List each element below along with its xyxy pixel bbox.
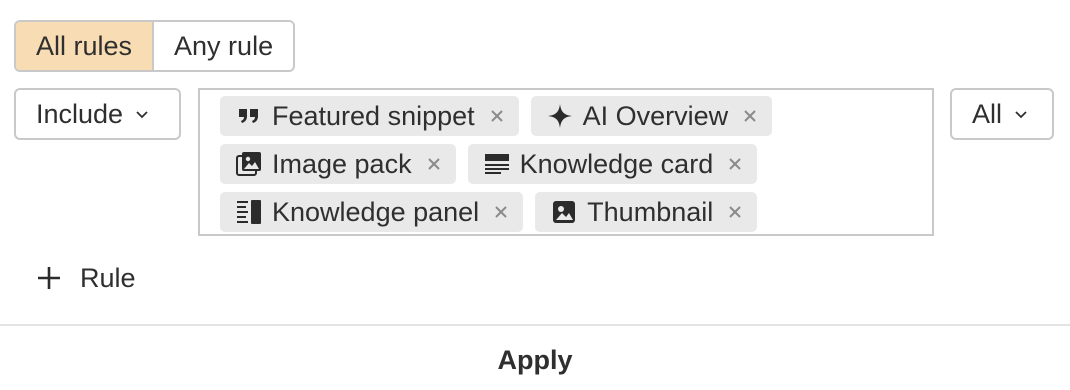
plus-icon (36, 265, 62, 291)
chevron-down-icon (1014, 107, 1028, 121)
chip-label: AI Overview (582, 100, 729, 131)
chip-thumbnail: Thumbnail (535, 192, 758, 232)
knowledge-panel-icon (236, 199, 262, 225)
chip-knowledge-card: Knowledge card (467, 144, 758, 184)
divider (0, 324, 1070, 326)
chip-image-pack: Image pack (220, 144, 456, 184)
match-mode-toggle: All rules Any rule (14, 20, 296, 72)
add-rule-label: Rule (80, 262, 136, 293)
chip-ai-overview: AI Overview (530, 96, 773, 136)
thumbnail-icon (551, 199, 577, 225)
apply-button[interactable]: Apply (0, 330, 1070, 390)
scope-value: All (972, 98, 1003, 129)
quote-icon (236, 103, 262, 129)
chip-label: Image pack (272, 148, 412, 179)
chip-label: Knowledge panel (272, 196, 480, 227)
any-rule-button[interactable]: Any rule (152, 22, 294, 70)
close-icon[interactable] (489, 108, 505, 124)
sparkle-icon (547, 103, 573, 129)
chip-knowledge-panel: Knowledge panel (220, 192, 524, 232)
close-icon[interactable] (493, 204, 509, 220)
operator-dropdown[interactable]: Include (14, 88, 181, 140)
close-icon[interactable] (742, 108, 758, 124)
close-icon[interactable] (727, 204, 743, 220)
chip-label: Featured snippet (272, 100, 475, 131)
add-rule-button[interactable]: Rule (36, 256, 136, 300)
chevron-down-icon (135, 107, 149, 121)
rules-filter-panel: All rules Any rule Include Featured snip… (0, 0, 1070, 390)
chip-label: Thumbnail (587, 196, 714, 227)
close-icon[interactable] (727, 156, 743, 172)
all-rules-button[interactable]: All rules (16, 22, 153, 70)
chip-label: Knowledge card (519, 148, 714, 179)
operator-value: Include (36, 98, 124, 129)
scope-dropdown[interactable]: All (950, 88, 1054, 140)
image-pack-icon (236, 151, 262, 177)
knowledge-card-icon (484, 151, 510, 177)
chip-featured-snippet: Featured snippet (220, 96, 519, 136)
feature-chips-input[interactable]: Featured snippet AI Overview Image pack … (198, 88, 934, 236)
close-icon[interactable] (426, 156, 442, 172)
